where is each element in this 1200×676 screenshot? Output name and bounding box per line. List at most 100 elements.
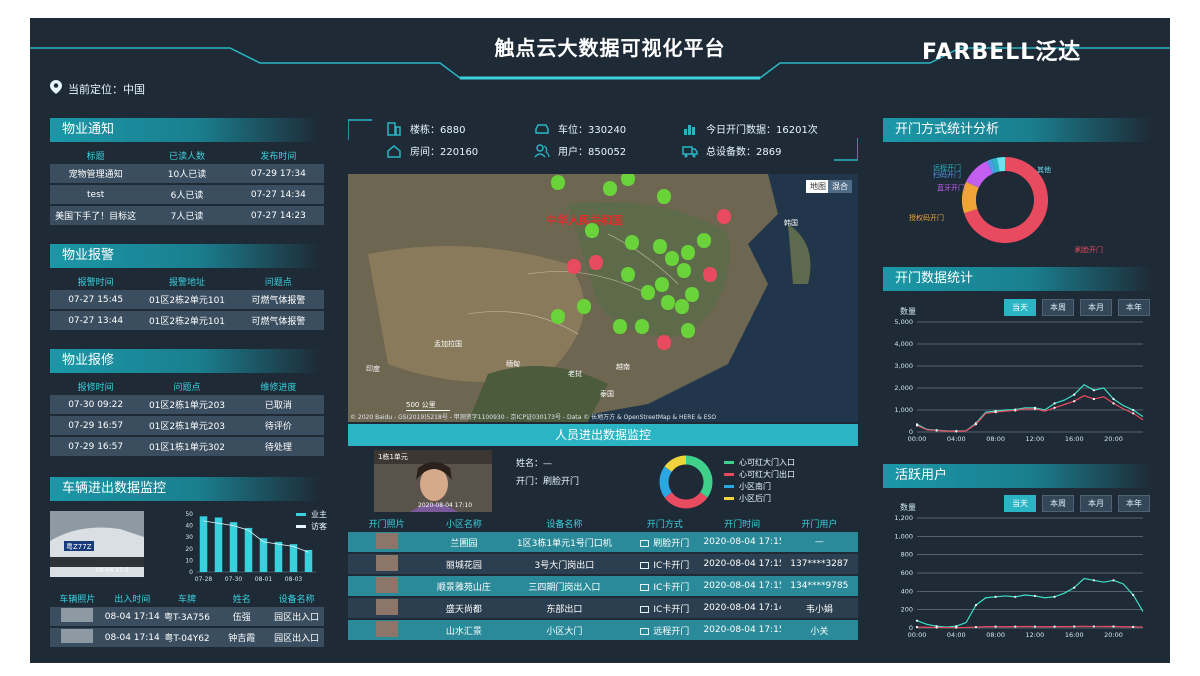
table-row[interactable]: 盛天尚都 东部出口 IC卡开门 2020-08-04 17:14 韦小娟: [348, 598, 858, 618]
slice-label: 刷脸开门: [1075, 245, 1103, 254]
door-photo-thumbnail[interactable]: [348, 532, 425, 552]
column-header: 维修进度: [260, 382, 297, 393]
map-marker-icon: [635, 319, 649, 334]
table-row[interactable]: 顺景雅苑山庄 三四期门岗出入口 IC卡开门 2020-08-04 17:15 134**…: [348, 576, 858, 596]
door-stats-tab-month[interactable]: 本月: [1080, 299, 1112, 316]
map-scale: 500 公里: [406, 400, 450, 411]
table-row[interactable]: 07-30 09:22 01区2栋1单元203 已取消: [50, 395, 324, 414]
x-tick-label: 04:00: [947, 435, 966, 443]
stat-door-today: 今日开门数据：16201次: [682, 121, 818, 136]
donut-segment: [664, 455, 687, 472]
cell-text: 2020-08-04 17:15: [703, 537, 781, 547]
cell: 宠物管理通知: [68, 170, 123, 180]
cell: 远程开门: [626, 624, 703, 637]
column-header: 车辆照片: [59, 594, 96, 605]
cell: 3号大门岗出口: [503, 558, 627, 571]
cell-text: 134****9785: [790, 581, 849, 591]
cell-text: 2020-08-04 17:15: [703, 625, 781, 635]
data-point: [994, 595, 997, 598]
map-marker-icon: [697, 233, 711, 248]
china-map[interactable]: 地图 混合 中华人民共和国 泰国 越南 缅甸 老挝 印度 韩国 孟加拉国 500…: [348, 174, 858, 422]
door-photo-thumbnail[interactable]: [348, 620, 425, 640]
stat-value: 车位：330240: [558, 125, 627, 136]
column-header: 报警地址: [168, 277, 205, 288]
door-stats-tab-week[interactable]: 本周: [1042, 299, 1074, 316]
x-tick-label: 12:00: [1026, 435, 1045, 443]
slice-label: 授权码开门: [909, 213, 944, 222]
cell-text: 2020-08-04 17:15: [703, 559, 781, 569]
x-tick-label: 08-03: [285, 576, 303, 583]
location-label: 当前定位：中国: [68, 82, 145, 96]
table-row[interactable]: test 6人已读 07-27 14:34: [50, 185, 324, 204]
data-point: [1033, 407, 1037, 410]
door-photo-thumbnail[interactable]: [348, 598, 425, 618]
door-photo-thumbnail[interactable]: [348, 554, 425, 574]
table-row[interactable]: 07-29 16:57 01区1栋1单元302 待处理: [50, 437, 324, 456]
car-thumbnail[interactable]: [50, 629, 105, 646]
cell-text: 三四期门岗出入口: [528, 582, 601, 593]
data-point: [974, 603, 978, 607]
cell: —: [781, 537, 858, 547]
cell-text: 小关: [810, 626, 829, 637]
brand-logo: FARBELL泛达: [922, 40, 1082, 65]
door-stats-tab-day[interactable]: 当天: [1004, 299, 1036, 316]
cell: 6人已读: [170, 191, 204, 201]
vehicle-snapshot[interactable]: 粤Z77Z 08-04 17:1: [50, 511, 144, 577]
table-row[interactable]: 山水汇景 小区大门 远程开门 2020-08-04 17:15 小关: [348, 620, 858, 640]
cell: IC卡开门: [626, 558, 703, 571]
bar: [289, 544, 298, 572]
cell: 可燃气体报警: [251, 296, 306, 306]
cell: 1区3栋1单元1号门口机: [503, 536, 627, 549]
table-row[interactable]: 08-04 17:14 粤T-04Y62 钟吉霞 园区出入口: [50, 628, 324, 647]
active-users-tab-month[interactable]: 本月: [1080, 495, 1112, 512]
table-row[interactable]: 07-27 13:44 01区2栋2单元101 可燃气体报警: [50, 311, 324, 330]
page-title: 触点云大数据可视化平台: [494, 36, 726, 60]
data-point: [1014, 409, 1017, 412]
cell: 伍强: [232, 613, 251, 623]
table-row[interactable]: 07-27 15:45 01区2栋2单元101 可燃气体报警: [50, 290, 324, 309]
y-tick-label: 200: [901, 606, 913, 614]
cell-text: 远程开门: [653, 626, 690, 637]
active-users-tab-week[interactable]: 本周: [1042, 495, 1074, 512]
car-thumbnail[interactable]: [50, 608, 105, 625]
cell: 可燃气体报警: [251, 317, 306, 327]
bar: [304, 549, 313, 572]
data-point: [1092, 579, 1095, 582]
door-stats-tab-year[interactable]: 本年: [1118, 299, 1150, 316]
column-header: 开门用户: [801, 519, 838, 530]
cell: 134****9785: [781, 581, 858, 591]
table-row[interactable]: 08-04 17:14 粤T-3A756 伍强 园区出入口: [50, 607, 324, 626]
map-marker-icon: [577, 299, 591, 314]
slice-label: 蓝牙开门: [937, 183, 965, 192]
table-row[interactable]: 丽城花园 3号大门岗出口 IC卡开门 2020-08-04 17:15 137****3…: [348, 554, 858, 574]
table-row[interactable]: 宠物管理通知 10人已读 07-29 17:34: [50, 164, 324, 183]
data-point: [1112, 402, 1115, 405]
cell: 2020-08-04 17:15: [703, 559, 780, 569]
y-tick-label: 3,000: [894, 362, 913, 370]
notice-panel-title: 物业通知: [50, 118, 320, 142]
cell-text: 东部出口: [546, 604, 583, 615]
active-users-tab-day[interactable]: 当天: [1004, 495, 1036, 512]
active-users-tab-year[interactable]: 本年: [1118, 495, 1150, 512]
bar: [199, 516, 208, 572]
door-photo-thumbnail[interactable]: [348, 576, 425, 596]
table-row[interactable]: 07-29 16:57 01区2栋1单元203 待评价: [50, 416, 324, 435]
y-tick-label: 30: [185, 534, 193, 541]
cell: 07-27 13:44: [68, 315, 124, 326]
cell: 01区2栋2单元101: [148, 317, 226, 327]
camera-snapshot[interactable]: 1栋1单元 2020-08-04 17:10: [374, 450, 492, 512]
legend-label: 业主: [311, 509, 327, 519]
map-marker-icon: [681, 323, 695, 338]
x-tick-label: 08:00: [986, 631, 1005, 639]
cell: 美国下手了！目标这: [55, 212, 137, 222]
table-row[interactable]: 美国下手了！目标这 7人已读 07-27 14:23: [50, 206, 324, 225]
cell: 2020-08-04 17:14: [703, 603, 780, 613]
data-point: [1014, 625, 1017, 628]
bar: [229, 522, 238, 572]
y-tick-label: 1,000: [894, 532, 913, 540]
cell: test: [87, 189, 105, 200]
data-point: [1132, 408, 1135, 412]
table-row[interactable]: 兰圃园 1区3栋1单元1号门口机 刷脸开门 2020-08-04 17:15 —: [348, 532, 858, 552]
cell: IC卡开门: [626, 580, 703, 593]
donut-segment: [659, 466, 673, 498]
